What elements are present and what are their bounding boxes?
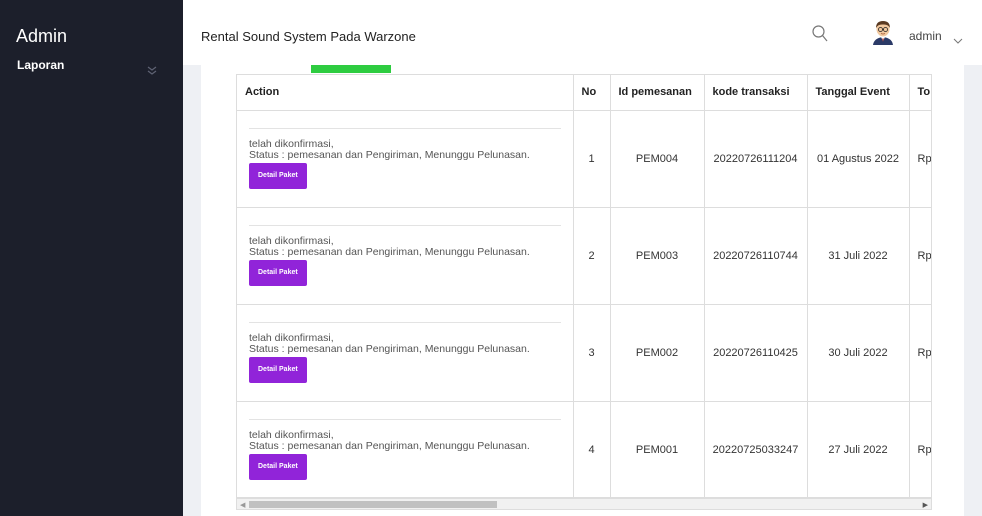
brand-title: Admin xyxy=(16,26,68,46)
detail-paket-button[interactable]: Detail Paket xyxy=(249,357,307,383)
cell-kode: 20220726111204 xyxy=(704,110,808,208)
chevron-double-down-icon xyxy=(147,62,157,78)
orders-table: Action No Id pemesanan kode transaksi Ta… xyxy=(236,74,932,498)
sidebar-item-laporan[interactable]: Laporan xyxy=(0,58,183,78)
status-text: Status : pemesanan dan Pengiriman, Menun… xyxy=(249,246,530,258)
sidebar: Admin Laporan xyxy=(0,0,183,516)
cell-id: PEM002 xyxy=(610,304,705,402)
cell-kode: 20220726110425 xyxy=(704,304,808,402)
table-row: telah dikonfirmasi, Status : pemesanan d… xyxy=(237,401,931,497)
cell-no: 2 xyxy=(573,207,611,305)
cell-tanggal: 30 Juli 2022 xyxy=(807,304,910,402)
user-menu[interactable]: admin xyxy=(909,29,942,43)
column-header-total: To xyxy=(909,75,931,111)
cell-total: Rp xyxy=(909,110,931,208)
cell-kode: 20220725033247 xyxy=(704,401,808,497)
cell-total: Rp xyxy=(909,401,931,497)
status-text: Status : pemesanan dan Pengiriman, Menun… xyxy=(249,343,530,355)
cell-tanggal: 01 Agustus 2022 xyxy=(807,110,910,208)
cell-kode: 20220726110744 xyxy=(704,207,808,305)
add-button[interactable] xyxy=(311,65,391,73)
cell-no: 4 xyxy=(573,401,611,497)
detail-paket-button[interactable]: Detail Paket xyxy=(249,454,307,480)
top-bar: Rental Sound System Pada Warzone admin xyxy=(183,0,982,65)
action-cell: telah dikonfirmasi, Status : pemesanan d… xyxy=(237,207,574,305)
scrollbar-thumb[interactable] xyxy=(249,501,497,508)
chevron-down-icon[interactable] xyxy=(953,31,963,49)
cell-no: 3 xyxy=(573,304,611,402)
column-header-tanggal: Tanggal Event xyxy=(807,75,910,111)
search-icon[interactable] xyxy=(812,25,828,47)
cell-total: Rp xyxy=(909,304,931,402)
table-row: telah dikonfirmasi, Status : pemesanan d… xyxy=(237,207,931,305)
cell-tanggal: 27 Juli 2022 xyxy=(807,401,910,497)
detail-paket-button[interactable]: Detail Paket xyxy=(249,163,307,189)
action-cell: telah dikonfirmasi, Status : pemesanan d… xyxy=(237,110,574,208)
table-row: telah dikonfirmasi, Status : pemesanan d… xyxy=(237,110,931,208)
action-cell: telah dikonfirmasi, Status : pemesanan d… xyxy=(237,401,574,497)
column-header-kode: kode transaksi xyxy=(704,75,808,111)
cell-tanggal: 31 Juli 2022 xyxy=(807,207,910,305)
scroll-left-icon[interactable]: ◀ xyxy=(240,501,245,509)
cell-no: 1 xyxy=(573,110,611,208)
status-text: Status : pemesanan dan Pengiriman, Menun… xyxy=(249,149,530,161)
status-text: Status : pemesanan dan Pengiriman, Menun… xyxy=(249,440,530,452)
cell-id: PEM003 xyxy=(610,207,705,305)
avatar-icon[interactable] xyxy=(871,19,895,45)
column-header-id: Id pemesanan xyxy=(610,75,705,111)
table-header-row: Action No Id pemesanan kode transaksi Ta… xyxy=(237,75,931,111)
horizontal-scrollbar[interactable]: ◀ ▶ xyxy=(236,498,932,510)
cell-id: PEM001 xyxy=(610,401,705,497)
scroll-right-icon[interactable]: ▶ xyxy=(923,501,928,509)
cell-total: Rp xyxy=(909,207,931,305)
detail-paket-button[interactable]: Detail Paket xyxy=(249,260,307,286)
action-cell: telah dikonfirmasi, Status : pemesanan d… xyxy=(237,304,574,402)
table-row: telah dikonfirmasi, Status : pemesanan d… xyxy=(237,304,931,402)
page-title: Rental Sound System Pada Warzone xyxy=(201,29,416,44)
column-header-no: No xyxy=(573,75,611,111)
cell-id: PEM004 xyxy=(610,110,705,208)
sidebar-item-label: Laporan xyxy=(17,58,65,72)
column-header-action: Action xyxy=(237,75,574,111)
